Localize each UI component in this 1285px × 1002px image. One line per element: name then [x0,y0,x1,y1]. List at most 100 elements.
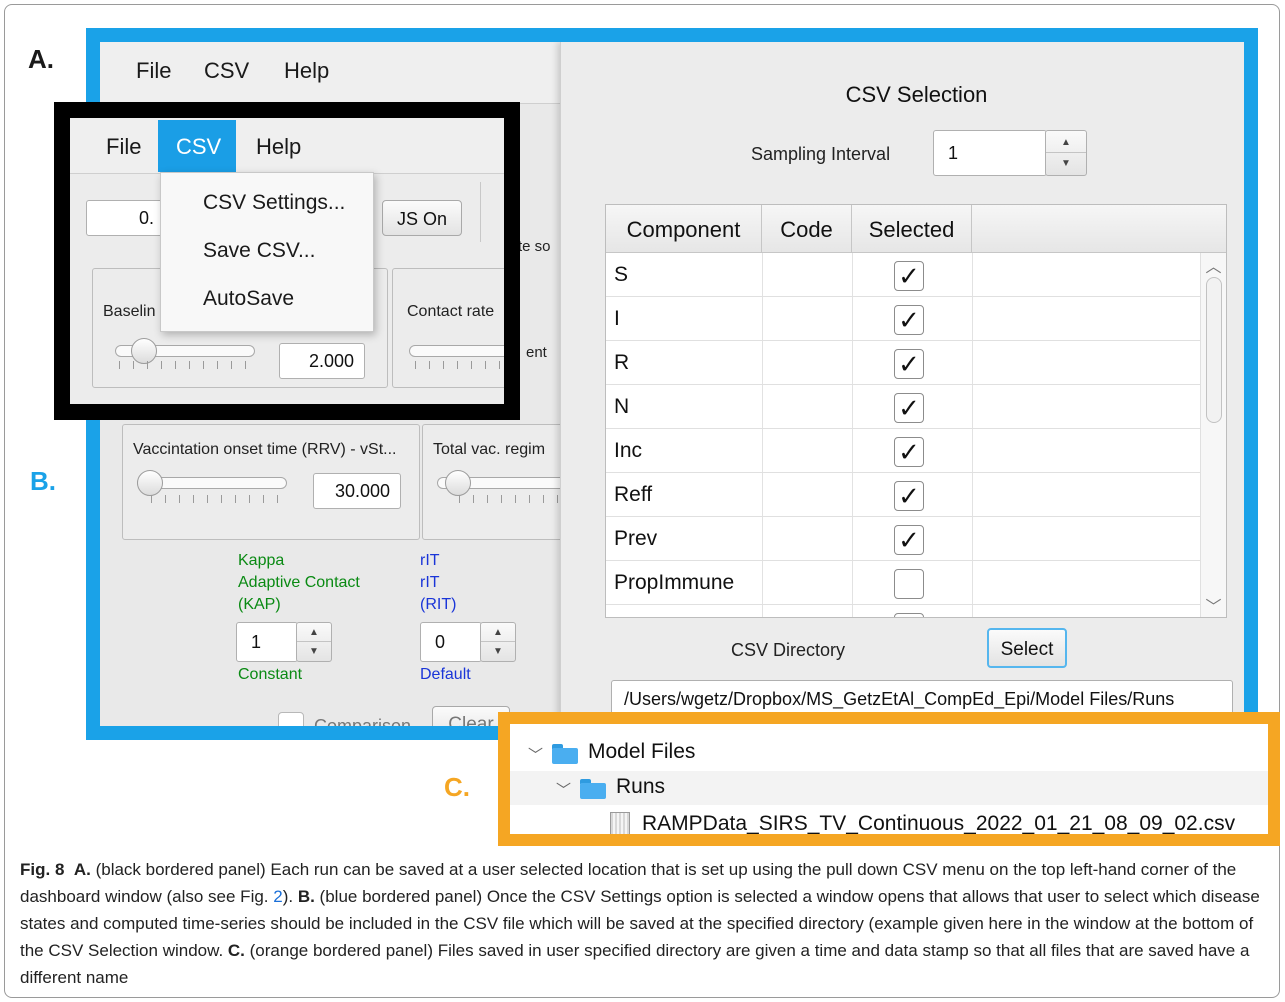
folder-icon [580,779,606,799]
selected-checkbox[interactable] [894,569,924,599]
table-row: S ✓ [606,253,1202,297]
menu-help[interactable]: Help [284,58,329,84]
sampling-interval-field[interactable]: 1 [933,130,1047,176]
file-tree-panel: ﹀ Model Files ﹀ Runs RAMPData_SIRS_TV_Co… [498,712,1280,846]
adaptive-contact-label: Adaptive Contact [238,574,360,591]
arrow-up-icon[interactable]: ▲ [1046,131,1086,153]
selected-checkbox[interactable]: ✓ [894,437,924,467]
divider [480,182,481,242]
kappa-spinner-buttons[interactable]: ▲ ▼ [296,622,332,662]
kappa-mode: Constant [238,666,303,683]
selected-checkbox[interactable]: ✓ [894,393,924,423]
menubar: File CSV Help [70,118,504,174]
vaccination-slider-thumb[interactable] [137,470,163,496]
caption-a-text2: ). [282,887,298,906]
checkmark-icon: ✓ [898,393,920,423]
sampling-interval-spinner[interactable]: ▲ ▼ [1045,130,1087,176]
column-header-selected[interactable]: Selected [852,205,972,253]
checkmark-icon: ✓ [898,525,920,555]
caption-a-label: A. [73,860,91,879]
rit-spinner-buttons[interactable]: ▲ ▼ [480,622,516,662]
table-row-partial [606,605,1202,617]
menu-csv[interactable]: CSV [176,134,221,160]
contact-rate-group: Contact rate [392,268,504,388]
kap-label: (KAP) [238,596,281,613]
vaccination-onset-group: Vaccintation onset time (RRV) - vSt... 3… [122,424,420,540]
column-header-code[interactable]: Code [762,205,852,253]
table-row: PropImmune [606,561,1202,605]
menu-file[interactable]: File [136,58,171,84]
panel-label-b: B. [30,466,56,496]
table-row: I ✓ [606,297,1202,341]
select-directory-button[interactable]: Select [987,628,1067,668]
tree-row-runs[interactable]: ﹀ Runs [510,771,1268,805]
csv-directory-label: CSV Directory [731,640,846,660]
slider-ticks [415,361,504,369]
table-scrollbar[interactable]: ︿ ﹀ [1200,253,1226,617]
arrow-up-icon[interactable]: ▲ [297,623,331,642]
checkmark-icon: ✓ [898,349,920,379]
arrow-up-icon[interactable]: ▲ [481,623,515,642]
component-name: I [614,307,620,330]
rit-label: rIT [420,552,440,569]
caption-fig-ref[interactable]: 2 [273,887,282,906]
table-row: Inc ✓ [606,429,1202,473]
component-name: Reff [614,483,653,506]
scrollbar-thumb[interactable] [1206,277,1222,423]
checkmark-icon: ✓ [898,437,920,467]
arrow-down-icon[interactable]: ▼ [297,642,331,661]
arrow-down-icon[interactable]: ▼ [1046,153,1086,175]
chevron-down-icon[interactable]: ﹀ [556,779,571,800]
vaccination-value-field[interactable]: 30.000 [313,473,401,509]
js-on-button[interactable]: JS On [382,200,462,236]
kappa-spinner-field[interactable]: 1 [236,622,298,662]
menu-help[interactable]: Help [256,134,301,160]
component-name: Inc [614,439,643,462]
total-vac-group: Total vac. regim [422,424,587,540]
slider-ticks [459,495,569,503]
file-icon [610,812,630,834]
menu-item-csv-settings[interactable]: CSV Settings... [203,191,345,215]
selected-checkbox[interactable]: ✓ [894,349,924,379]
checkmark-icon: ✓ [898,261,920,291]
scroll-up-icon[interactable]: ︿ [1201,253,1226,277]
menu-file[interactable]: File [106,134,141,160]
menu-csv[interactable]: CSV [204,58,249,84]
rit-mode: Default [420,666,471,683]
menu-item-save-csv[interactable]: Save CSV... [203,239,315,263]
tree-label: Model Files [588,740,696,763]
csv-menu-panel: File CSV Help 0. JS On Baselin ) 2.000 C… [54,102,520,420]
selected-checkbox[interactable]: ✓ [894,481,924,511]
baseline-value-field[interactable]: 2.000 [279,343,365,379]
csv-dropdown-menu: CSV Settings... Save CSV... AutoSave [160,172,374,332]
caption-b-label: B. [297,887,315,906]
selected-checkbox[interactable]: ✓ [894,525,924,555]
tree-row-csv-file[interactable]: RAMPData_SIRS_TV_Continuous_2022_01_21_0… [510,806,1268,835]
total-vac-slider-thumb[interactable] [445,470,471,496]
menu-item-autosave[interactable]: AutoSave [203,287,294,311]
selected-checkbox[interactable]: ✓ [894,261,924,291]
scroll-down-icon[interactable]: ﹀ [1201,593,1226,617]
comparison-checkbox[interactable] [278,712,304,726]
slider-ticks [151,495,281,503]
selected-checkbox[interactable]: ✓ [894,305,924,335]
tree-row-model-files[interactable]: ﹀ Model Files [510,736,1268,770]
arrow-down-icon[interactable]: ▼ [481,642,515,661]
chevron-down-icon[interactable]: ﹀ [528,744,543,765]
rit-spinner-field[interactable]: 0 [420,622,482,662]
partial-label: te so [518,238,551,255]
caption-c-label: C. [227,941,245,960]
component-name: PropImmune [614,571,735,594]
panel-label-a: A. [28,44,54,74]
column-header-component[interactable]: Component [606,205,762,253]
contact-rate-slider-track[interactable] [409,345,504,357]
table-row: Prev ✓ [606,517,1202,561]
tree-label: RAMPData_SIRS_TV_Continuous_2022_01_21_0… [642,812,1236,835]
table-row: Reff ✓ [606,473,1202,517]
selected-checkbox[interactable] [894,613,924,617]
rit-label-2: rIT [420,574,440,591]
partial-label: ent [526,344,547,361]
component-name: Prev [614,527,658,550]
tree-label: Runs [616,775,666,798]
component-table: Component Code Selected S ✓ I ✓ R ✓ N ✓ Inc ✓ Reff… [605,204,1227,618]
